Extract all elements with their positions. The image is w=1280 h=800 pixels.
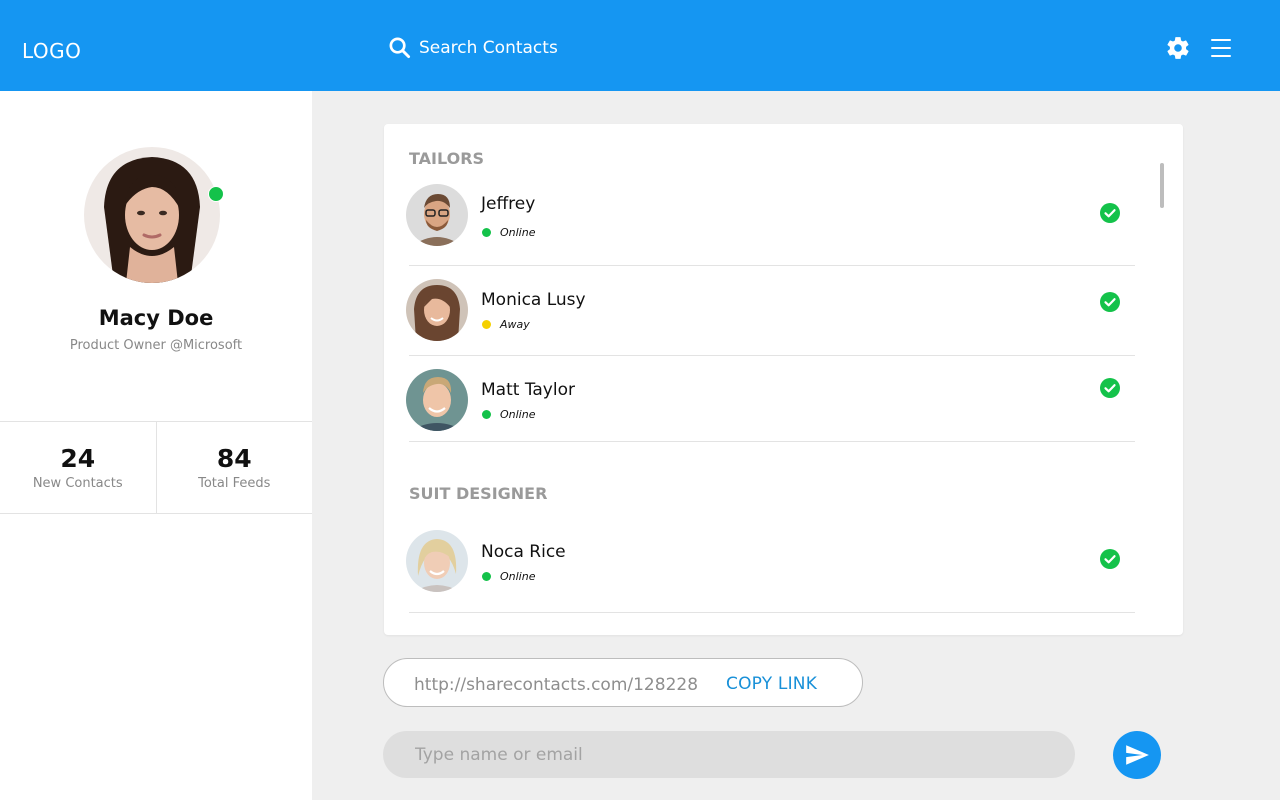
profile-role: Product Owner @Microsoft [69, 338, 243, 353]
stat-value: 84 [216, 444, 252, 473]
menu-line [1211, 39, 1231, 41]
stat-total-feeds[interactable]: 84 Total Feeds [157, 422, 313, 513]
stat-new-contacts[interactable]: 24 New Contacts [0, 422, 157, 513]
stat-value: 24 [60, 444, 96, 473]
contact-row[interactable]: Matt Taylor Online [406, 369, 1136, 442]
invite-name-email-input[interactable] [383, 731, 1075, 778]
share-link-box: http://sharecontacts.com/128228 COPY LIN… [383, 658, 863, 707]
status-dot-online [482, 572, 491, 581]
status-dot-away [482, 320, 491, 329]
contact-row[interactable]: Jeffrey Online [406, 184, 1136, 266]
profile-avatar-wrap [84, 147, 224, 283]
status-text: Online [500, 226, 536, 239]
profile-avatar[interactable] [84, 147, 220, 283]
profile-stats: 24 New Contacts 84 Total Feeds [0, 421, 312, 514]
group-title-suit-designer: SUIT DESIGNER [409, 484, 548, 503]
contacts-card: TAILORS Jeffrey Online Monica Lusy Away … [384, 124, 1183, 635]
search-contacts[interactable]: Search Contacts [388, 36, 558, 59]
contact-avatar [406, 184, 468, 246]
contact-name: Jeffrey [481, 194, 536, 214]
contact-avatar [406, 369, 468, 431]
menu-line [1211, 55, 1231, 57]
gear-icon[interactable] [1165, 35, 1191, 61]
contact-name: Noca Rice [481, 542, 566, 562]
contact-avatar [406, 530, 468, 592]
divider [409, 265, 1135, 266]
profile-name: Macy Doe [98, 306, 214, 330]
check-circle-icon [1100, 378, 1120, 398]
status-text: Online [500, 570, 536, 583]
group-title-tailors: TAILORS [409, 149, 485, 168]
profile-sidebar: Macy Doe Product Owner @Microsoft 24 New… [0, 91, 312, 800]
contact-row[interactable]: Monica Lusy Away [406, 279, 1136, 356]
online-status-dot [208, 186, 224, 202]
scrollbar[interactable] [1160, 163, 1164, 208]
contact-name: Matt Taylor [481, 380, 575, 400]
status-text: Away [500, 318, 530, 331]
check-circle-icon [1100, 292, 1120, 312]
status-dot-online [482, 228, 491, 237]
check-circle-icon [1100, 203, 1120, 223]
stat-label: New Contacts [32, 476, 123, 491]
contact-row[interactable]: Noca Rice Online [406, 530, 1136, 613]
contact-status: Online [482, 570, 535, 583]
contact-name: Monica Lusy [481, 290, 586, 310]
contact-avatar [406, 279, 468, 341]
send-button[interactable] [1113, 731, 1161, 779]
check-circle-icon [1100, 549, 1120, 569]
divider [409, 612, 1135, 613]
search-placeholder: Search Contacts [419, 37, 558, 58]
divider [409, 441, 1135, 442]
stat-label: Total Feeds [198, 476, 271, 491]
share-link-url[interactable]: http://sharecontacts.com/128228 [414, 675, 698, 695]
top-bar: LOGO Search Contacts [0, 0, 1280, 91]
contact-status: Online [482, 226, 535, 239]
copy-link-button[interactable]: COPY LINK [726, 674, 817, 694]
contact-status: Online [482, 408, 535, 421]
hamburger-menu-icon[interactable] [1211, 39, 1231, 57]
status-dot-online [482, 410, 491, 419]
status-text: Online [500, 408, 536, 421]
logo[interactable]: LOGO [22, 39, 81, 63]
contact-status: Away [482, 318, 530, 331]
divider [409, 355, 1135, 356]
send-icon [1126, 745, 1149, 765]
menu-line [1211, 47, 1231, 49]
search-icon [389, 37, 411, 59]
